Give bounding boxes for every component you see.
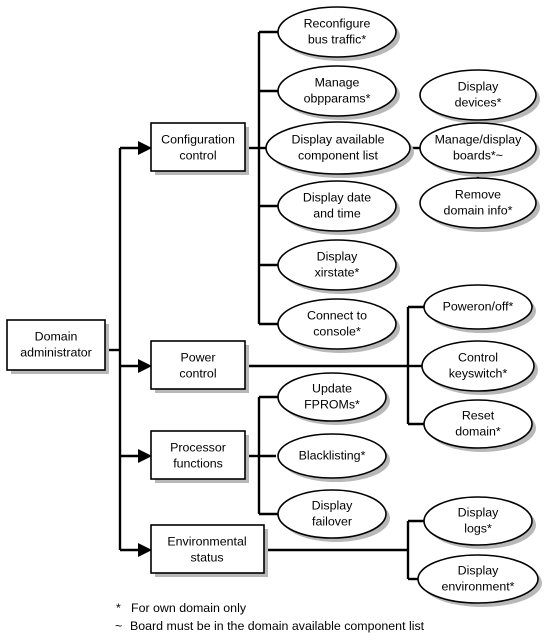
environmental-status-box — [150, 524, 265, 574]
display-date-and-time-label-line1: Display date — [303, 190, 371, 204]
reset-domain-label-line1: Reset — [462, 408, 495, 422]
legend-asterisk-text: For own domain only — [131, 601, 247, 615]
legend-tilde-mark: ~ — [115, 619, 122, 633]
configuration-control-label-line2: control — [179, 148, 216, 162]
node-display-environment[interactable]: Display environment* — [417, 554, 542, 607]
arrowhead-processor — [138, 449, 152, 463]
node-control-keyswitch[interactable]: Control keyswitch* — [421, 340, 538, 395]
reconfigure-bus-traffic-label-line2: bus traffic* — [308, 32, 366, 46]
node-display-failover[interactable]: Display failover — [277, 489, 390, 542]
node-connect-to-console[interactable]: Connect to console* — [277, 298, 400, 353]
manage-display-boards-label-line2: boards*~ — [453, 148, 503, 162]
node-display-logs[interactable]: Display logs* — [423, 496, 536, 549]
node-display-date-and-time[interactable]: Display date and time — [277, 180, 400, 235]
environmental-status-label-line1: Environmental — [167, 534, 246, 548]
display-failover-label-line1: Display — [312, 498, 353, 512]
display-date-and-time-label-line2: and time — [313, 206, 361, 220]
arrowhead-configuration — [138, 141, 152, 155]
node-manage-obpparams[interactable]: Manage obpparams* — [277, 65, 400, 120]
arrowhead-power — [138, 359, 152, 373]
manage-obpparams-label-line1: Manage — [315, 75, 360, 89]
node-domain-administrator[interactable]: Domain administrator — [6, 319, 109, 374]
display-failover-label-line2: failover — [312, 514, 352, 528]
display-xirstate-label-line2: xirstate* — [315, 265, 360, 279]
domain-administrator-label-line2: administrator — [20, 345, 92, 359]
control-keyswitch-label-line2: keyswitch* — [449, 366, 508, 380]
node-manage-display-boards[interactable]: Manage/display boards*~ — [419, 122, 540, 177]
legend: * For own domain only ~ Board must be in… — [115, 601, 425, 633]
domain-administrator-diagram: Domain administrator Configuration contr… — [6, 6, 542, 633]
display-available-component-list-label-line1: Display available — [292, 132, 385, 146]
domain-administrator-label-line1: Domain — [35, 329, 78, 343]
manage-display-boards-label-line1: Manage/display — [435, 132, 523, 146]
node-remove-domain-info[interactable]: Remove domain info* — [419, 177, 540, 232]
blacklisting-label-line1: Blacklisting* — [299, 448, 366, 462]
node-blacklisting[interactable]: Blacklisting* — [277, 433, 390, 482]
remove-domain-info-label-line2: domain info* — [444, 203, 513, 217]
configuration-control-box — [150, 122, 246, 172]
node-reset-domain[interactable]: Reset domain* — [423, 399, 536, 452]
reset-domain-label-line2: domain* — [455, 424, 501, 438]
node-processor-functions[interactable]: Processor functions — [150, 430, 249, 483]
display-environment-label-line1: Display — [458, 563, 499, 577]
display-devices-label-line1: Display — [458, 79, 499, 93]
legend-asterisk-mark: * — [116, 601, 121, 615]
remove-domain-info-label-line1: Remove — [455, 187, 501, 201]
power-control-box — [150, 340, 246, 390]
node-environmental-status[interactable]: Environmental status — [150, 524, 268, 577]
poweron-off-label-line1: Poweron/off* — [443, 299, 514, 313]
manage-obpparams-label-line2: obpparams* — [304, 91, 371, 105]
display-devices-label-line2: devices* — [455, 95, 502, 109]
update-fproms-label-line2: FPROMs* — [304, 397, 360, 411]
display-xirstate-label-line1: Display — [317, 249, 358, 263]
connect-to-console-label-line2: console* — [313, 324, 361, 338]
node-display-devices[interactable]: Display devices* — [419, 69, 540, 124]
arrowhead-environmental — [138, 543, 152, 557]
processor-functions-box — [150, 430, 246, 480]
node-power-control[interactable]: Power control — [150, 340, 249, 393]
environmental-status-label-line2: status — [190, 550, 223, 564]
processor-functions-label-line2: functions — [173, 456, 223, 470]
diagram-canvas: Domain administrator Configuration contr… — [0, 0, 549, 642]
reconfigure-bus-traffic-label-line1: Reconfigure — [304, 16, 371, 30]
node-update-fproms[interactable]: Update FPROMs* — [277, 372, 390, 425]
display-logs-label-line1: Display — [458, 505, 499, 519]
node-reconfigure-bus-traffic[interactable]: Reconfigure bus traffic* — [277, 6, 400, 61]
processor-functions-label-line1: Processor — [170, 440, 226, 454]
configuration-control-label-line1: Configuration — [161, 132, 235, 146]
display-environment-label-line2: environment* — [441, 579, 514, 593]
control-keyswitch-label-line1: Control — [458, 350, 498, 364]
power-control-label-line2: control — [179, 366, 216, 380]
legend-tilde-text: Board must be in the domain available co… — [130, 619, 425, 633]
node-display-xirstate[interactable]: Display xirstate* — [277, 239, 400, 294]
node-display-available-component-list[interactable]: Display available component list — [265, 121, 414, 178]
connect-to-console-label-line1: Connect to — [307, 308, 367, 322]
display-available-component-list-label-line2: component list — [298, 148, 378, 162]
power-control-label-line1: Power — [180, 350, 215, 364]
node-configuration-control[interactable]: Configuration control — [150, 122, 249, 175]
node-poweron-off[interactable]: Poweron/off* — [423, 284, 536, 333]
update-fproms-label-line1: Update — [312, 381, 352, 395]
display-logs-label-line2: logs* — [464, 521, 492, 535]
